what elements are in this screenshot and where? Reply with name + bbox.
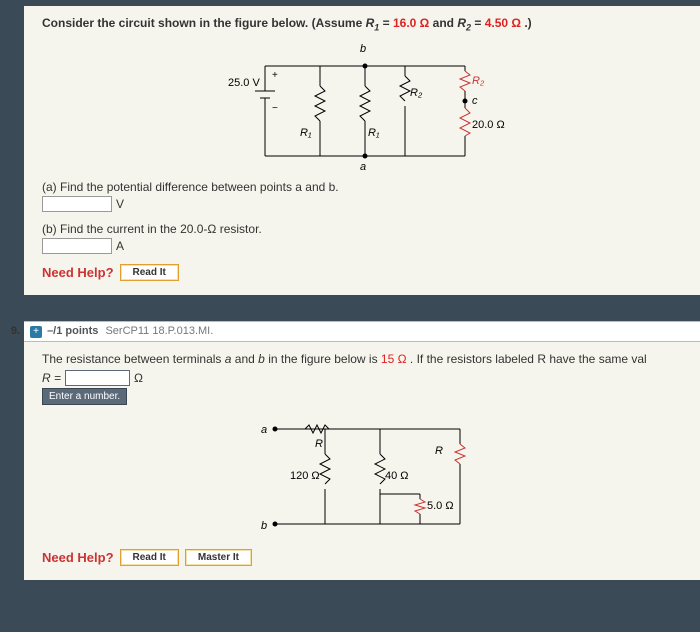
r1-value: 16.0 Ω xyxy=(393,16,429,30)
master-it-button[interactable]: Master It xyxy=(185,549,252,566)
svg-text:a: a xyxy=(360,161,366,173)
q9-number: 9. xyxy=(0,325,20,337)
svg-text:5.0 Ω: 5.0 Ω xyxy=(427,500,454,512)
svg-text:R₁: R₁ xyxy=(300,127,312,139)
q8-part-b-input[interactable] xyxy=(42,238,112,254)
question-9-panel: The resistance between terminals a and b… xyxy=(24,342,700,580)
need-help-label: Need Help? xyxy=(42,550,114,565)
svg-text:R₂: R₂ xyxy=(472,75,485,87)
svg-text:+: + xyxy=(272,70,278,81)
q8-circuit-diagram: b a c 25.0 V + − R₁ R₁ R₂ R₂ 20.0 Ω xyxy=(210,36,520,176)
enter-number-tip: Enter a number. xyxy=(42,388,127,405)
svg-text:R₁: R₁ xyxy=(368,127,380,139)
read-it-button[interactable]: Read It xyxy=(120,549,179,566)
q9-points: –/1 points xyxy=(47,325,98,337)
svg-text:R₂: R₂ xyxy=(410,87,423,99)
q9-r-input[interactable] xyxy=(65,370,130,386)
q8-part-b-text: (b) Find the current in the 20.0-Ω resis… xyxy=(42,222,262,236)
q8-part-a-input[interactable] xyxy=(42,196,112,212)
svg-text:c: c xyxy=(472,95,478,107)
svg-text:40 Ω: 40 Ω xyxy=(385,470,409,482)
q8-part-b: (b) Find the current in the 20.0-Ω resis… xyxy=(42,222,688,254)
svg-text:a: a xyxy=(261,424,267,436)
expand-icon[interactable]: + xyxy=(30,326,42,338)
svg-text:b: b xyxy=(261,520,267,532)
svg-text:R: R xyxy=(435,445,443,457)
q9-prompt: The resistance between terminals a and b… xyxy=(42,352,688,366)
question-8-panel: Consider the circuit shown in the figure… xyxy=(24,6,700,295)
q8-part-a-unit: V xyxy=(116,197,124,211)
q9-source: SerCP11 18.P.013.MI. xyxy=(105,325,213,337)
q8-prompt: Consider the circuit shown in the figure… xyxy=(42,16,688,32)
q8-intro: Consider the circuit shown in the figure… xyxy=(42,16,366,30)
r-unit: Ω xyxy=(134,371,143,385)
svg-text:20.0 Ω: 20.0 Ω xyxy=(472,119,505,131)
read-it-button[interactable]: Read It xyxy=(120,264,179,281)
svg-text:R: R xyxy=(315,438,323,450)
svg-text:−: − xyxy=(272,103,278,114)
svg-text:25.0 V: 25.0 V xyxy=(228,77,260,89)
r2-value: 4.50 Ω xyxy=(485,16,521,30)
svg-text:120 Ω: 120 Ω xyxy=(290,470,320,482)
q9-header: 9. + –/1 points SerCP11 18.P.013.MI. xyxy=(24,321,700,342)
r-label: R = xyxy=(42,371,61,385)
q8-part-a-text: (a) Find the potential difference betwee… xyxy=(42,180,339,194)
q9-help-row: Need Help? Read It Master It xyxy=(42,549,688,566)
q8-part-b-unit: A xyxy=(116,239,124,253)
q8-part-a: (a) Find the potential difference betwee… xyxy=(42,180,688,212)
q9-circuit-diagram: a b R R 120 Ω 40 Ω 5.0 Ω xyxy=(235,409,495,539)
rab-value: 15 Ω xyxy=(381,352,407,366)
q8-help-row: Need Help? Read It xyxy=(42,264,688,281)
need-help-label: Need Help? xyxy=(42,265,114,280)
svg-text:b: b xyxy=(360,43,366,55)
